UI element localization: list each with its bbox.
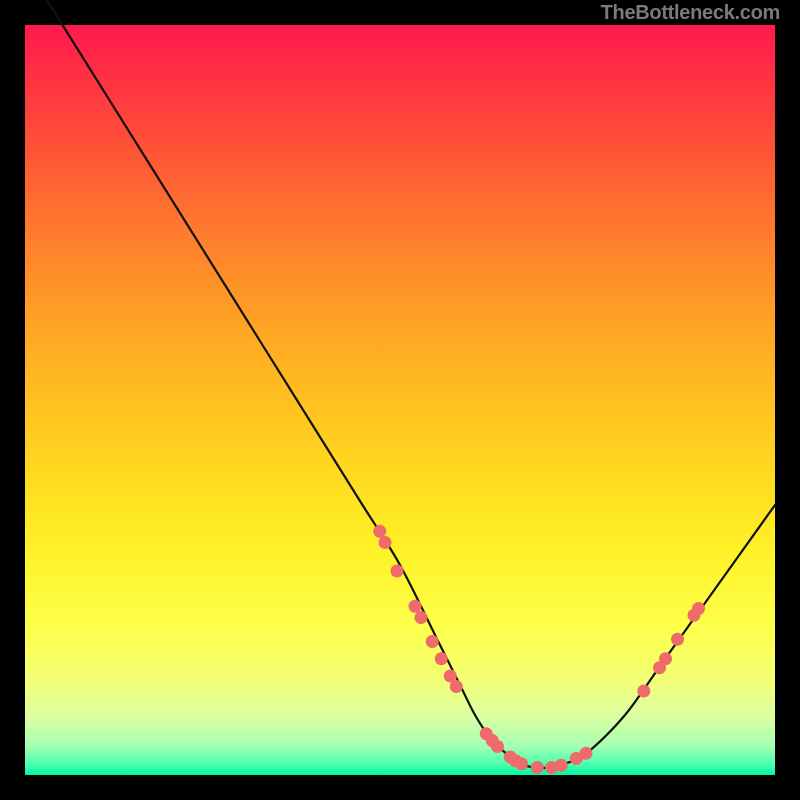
attribution-text: TheBottleneck.com xyxy=(601,2,780,25)
data-marker xyxy=(637,685,650,698)
data-markers xyxy=(373,525,705,774)
data-marker xyxy=(659,652,672,665)
data-marker xyxy=(692,602,705,615)
data-marker xyxy=(555,759,568,772)
data-marker xyxy=(450,680,463,693)
curve-svg xyxy=(25,25,775,775)
plot-area xyxy=(25,25,775,775)
data-marker xyxy=(531,761,544,774)
data-marker xyxy=(515,757,528,770)
data-marker xyxy=(409,600,422,613)
data-marker xyxy=(435,652,448,665)
data-marker xyxy=(426,635,439,648)
chart-container: { "attribution": "TheBottleneck.com", "c… xyxy=(0,0,800,800)
data-marker xyxy=(391,565,404,578)
data-marker xyxy=(373,525,386,538)
data-marker xyxy=(491,740,504,753)
data-marker xyxy=(580,747,593,760)
bottleneck-curve xyxy=(25,0,775,768)
data-marker xyxy=(415,611,428,624)
data-marker xyxy=(379,536,392,549)
data-marker xyxy=(671,633,684,646)
